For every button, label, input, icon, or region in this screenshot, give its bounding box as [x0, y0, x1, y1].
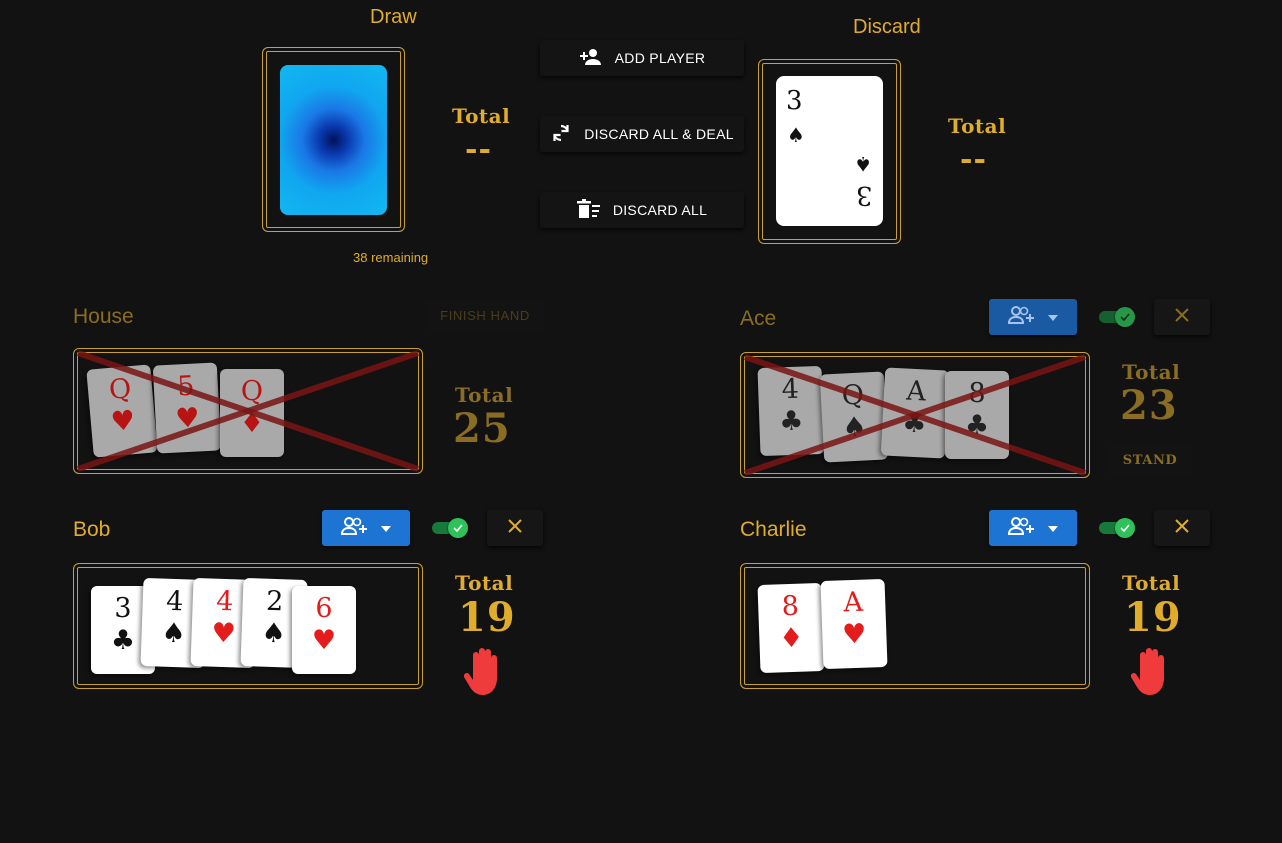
add-player-label: ADD PLAYER	[614, 50, 706, 66]
card-back[interactable]	[280, 65, 387, 215]
player-menu-button[interactable]	[322, 510, 410, 546]
stand-status[interactable]: STAND	[1108, 445, 1192, 475]
discard-total-value: --	[960, 142, 987, 177]
raised-hand-icon	[463, 646, 506, 701]
playing-card[interactable]: Q ♠	[819, 371, 889, 463]
card-rank: A	[842, 586, 864, 619]
card-suit: ♦	[239, 408, 265, 439]
delete-sweep-icon	[576, 198, 601, 222]
card-suit: ♣	[778, 405, 805, 438]
bob-name: Bob	[73, 518, 111, 541]
playing-card[interactable]: 5 ♥	[152, 362, 222, 454]
player-active-toggle[interactable]	[1099, 307, 1135, 327]
discard-pile[interactable]: 3 ♠ ♠ 3	[758, 59, 901, 244]
ace-name: Ace	[740, 307, 777, 330]
playing-card[interactable]: 6 ♥	[292, 586, 356, 674]
card-rank: Q	[240, 376, 264, 407]
playing-card[interactable]: A ♣	[880, 367, 950, 459]
toggle-check-icon	[448, 518, 468, 538]
toggle-check-icon	[1115, 307, 1135, 327]
card-suit: ♠	[841, 411, 868, 444]
house-name: House	[73, 305, 134, 328]
card-suit: ♥	[109, 404, 137, 438]
draw-total-label: Total	[452, 104, 511, 128]
card-rank: Q	[841, 379, 865, 412]
ace-hand: 4 ♣ Q ♠ A ♣ 8 ♣	[740, 352, 1090, 478]
bob-hand: 3 ♣ 4 ♠ 4 ♥ 2 ♠ 6 ♥	[73, 563, 423, 689]
card-suit-inverted: ♠	[854, 152, 872, 176]
house-total-value: 25	[453, 405, 511, 452]
card-suit: ♣	[901, 407, 928, 440]
draw-remaining: 38 remaining	[353, 250, 429, 265]
card-rank: 5	[176, 370, 196, 403]
ace-total-value: 23	[1120, 382, 1178, 429]
refresh-icon	[550, 122, 572, 147]
card-rank: A	[905, 375, 927, 408]
card-rank: 6	[315, 593, 333, 624]
card-rank-inverted: 3	[856, 180, 873, 210]
discard-title: Discard	[853, 16, 921, 38]
close-icon	[1175, 518, 1189, 538]
caret-down-icon	[381, 519, 391, 537]
bob-total-label: Total	[455, 571, 514, 595]
remove-player-button[interactable]	[487, 510, 543, 546]
bob-total-value: 19	[458, 594, 516, 641]
playing-card[interactable]: 4 ♣	[757, 365, 825, 457]
card-rank: 3	[786, 86, 803, 116]
player-menu-button[interactable]	[989, 510, 1077, 546]
discard-all-label: DISCARD ALL	[612, 202, 708, 218]
ace-total-label: Total	[1122, 360, 1181, 384]
toggle-check-icon	[1115, 518, 1135, 538]
house-hand: Q ♥ 5 ♥ Q ♦	[73, 348, 423, 474]
group-add-icon	[340, 516, 367, 541]
card-suit: ♥	[174, 402, 201, 435]
discard-top-card[interactable]: 3 ♠ ♠ 3	[776, 76, 883, 226]
card-rank: 8	[968, 378, 986, 409]
close-icon	[1175, 307, 1189, 327]
caret-down-icon	[1048, 519, 1058, 537]
draw-total-value: --	[465, 132, 492, 167]
group-add-icon	[1007, 516, 1034, 541]
finish-hand-button[interactable]: FINISH HAND	[426, 300, 544, 330]
card-suit: ♦	[778, 622, 805, 655]
card-rank: 8	[781, 590, 800, 623]
discard-total-label: Total	[948, 114, 1007, 138]
playing-card[interactable]: Q ♥	[86, 364, 158, 458]
add-player-button[interactable]: ADD PLAYER	[540, 40, 744, 76]
discard-all-deal-button[interactable]: DISCARD ALL & DEAL	[540, 116, 744, 152]
charlie-name: Charlie	[740, 518, 807, 541]
card-rank: 4	[781, 373, 800, 406]
house-total-label: Total	[455, 383, 514, 407]
player-menu-button[interactable]	[989, 299, 1077, 335]
charlie-total-value: 19	[1124, 594, 1182, 641]
caret-down-icon	[1048, 308, 1058, 326]
playing-card[interactable]: 8 ♦	[757, 582, 825, 674]
playing-card[interactable]: A ♥	[820, 578, 888, 670]
remove-player-button[interactable]	[1154, 510, 1210, 546]
person-add-icon	[579, 47, 603, 70]
discard-all-button[interactable]: DISCARD ALL	[540, 192, 744, 228]
card-suit: ♥	[841, 618, 868, 651]
draw-title: Draw	[370, 6, 417, 28]
card-suit: ♠	[787, 123, 805, 147]
player-active-toggle[interactable]	[432, 518, 468, 538]
discard-all-deal-label: DISCARD ALL & DEAL	[584, 126, 734, 142]
playing-card[interactable]: Q ♦	[220, 369, 284, 457]
card-suit: ♥	[311, 625, 337, 656]
draw-pile[interactable]	[262, 47, 405, 232]
charlie-hand: 8 ♦ A ♥	[740, 563, 1090, 689]
raised-hand-icon	[1130, 646, 1173, 701]
player-active-toggle[interactable]	[1099, 518, 1135, 538]
charlie-total-label: Total	[1122, 571, 1181, 595]
remove-player-button[interactable]	[1154, 299, 1210, 335]
card-rank: Q	[107, 373, 133, 406]
playing-card[interactable]: 8 ♣	[945, 371, 1009, 459]
close-icon	[508, 518, 522, 538]
group-add-icon	[1007, 305, 1034, 330]
card-suit: ♣	[964, 410, 990, 441]
